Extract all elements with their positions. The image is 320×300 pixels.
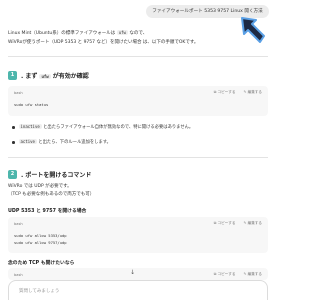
list-item: active と出たら、下のルール追加をします。 (12, 138, 252, 147)
code-block-3: bash ⧉ コピーする ✎ 編集する (8, 268, 268, 280)
code-block-2: bash ⧉ コピーする ✎ 編集する sudo ufw allow 5353/… (8, 217, 268, 253)
message-input[interactable]: 質問してみましょう (8, 280, 268, 300)
scroll-down-icon[interactable]: ↓ (130, 269, 135, 276)
code-language-label: bash (14, 272, 23, 277)
list-item: inactive と出たらファイアウォール自体が無効なので、特に開ける必要はあり… (12, 123, 252, 132)
code-content: sudo ufw allow 5353/udp sudo ufw allow 9… (14, 233, 67, 245)
bullet-list: inactive と出たらファイアウォール自体が無効なので、特に開ける必要はあり… (12, 123, 252, 147)
edit-button[interactable]: ✎ 編集する (243, 221, 262, 226)
inline-code: ufw (116, 30, 128, 35)
copy-button[interactable]: ⧉ コピーする (214, 221, 236, 226)
section-number-badge: 2 (8, 169, 17, 179)
code-content: sudo ufw status (14, 102, 49, 107)
section-2-line-2: （TCP も必要な例もあるので両方でも可） (8, 192, 95, 197)
section-number-badge: 1 (8, 70, 17, 80)
code-block-1: bash ⧉ コピーする ✎ 編集する sudo ufw status (8, 86, 268, 116)
section-2-subheading-2: 念のため TCP も開けたいなら (8, 261, 75, 266)
inline-code: active (18, 139, 37, 144)
code-language-label: bash (14, 90, 23, 95)
code-language-label: bash (14, 221, 23, 226)
divider (8, 56, 268, 57)
inline-code: inactive (18, 124, 42, 129)
section-1-heading: 1 . まず ufw が有効か確認 (8, 69, 228, 81)
section-2-heading: 2 . ポートを開けるコマンド (8, 168, 228, 180)
intro-text: Linux Mint（Ubuntu系）の標準ファイアウォールは ufw なので、… (8, 30, 199, 45)
copy-button[interactable]: ⧉ コピーする (214, 90, 236, 95)
divider (8, 157, 268, 158)
inline-code: ufw (39, 73, 51, 79)
edit-button[interactable]: ✎ 編集する (243, 272, 262, 277)
cursor-arrow-icon (241, 17, 265, 43)
copy-button[interactable]: ⧉ コピーする (214, 272, 236, 277)
section-2-subheading: UDP 5353 と 9757 を開ける場合 (8, 209, 87, 214)
edit-button[interactable]: ✎ 編集する (243, 90, 262, 95)
section-2-line-1: WiVRo では UDP が必要です。 (8, 184, 72, 189)
